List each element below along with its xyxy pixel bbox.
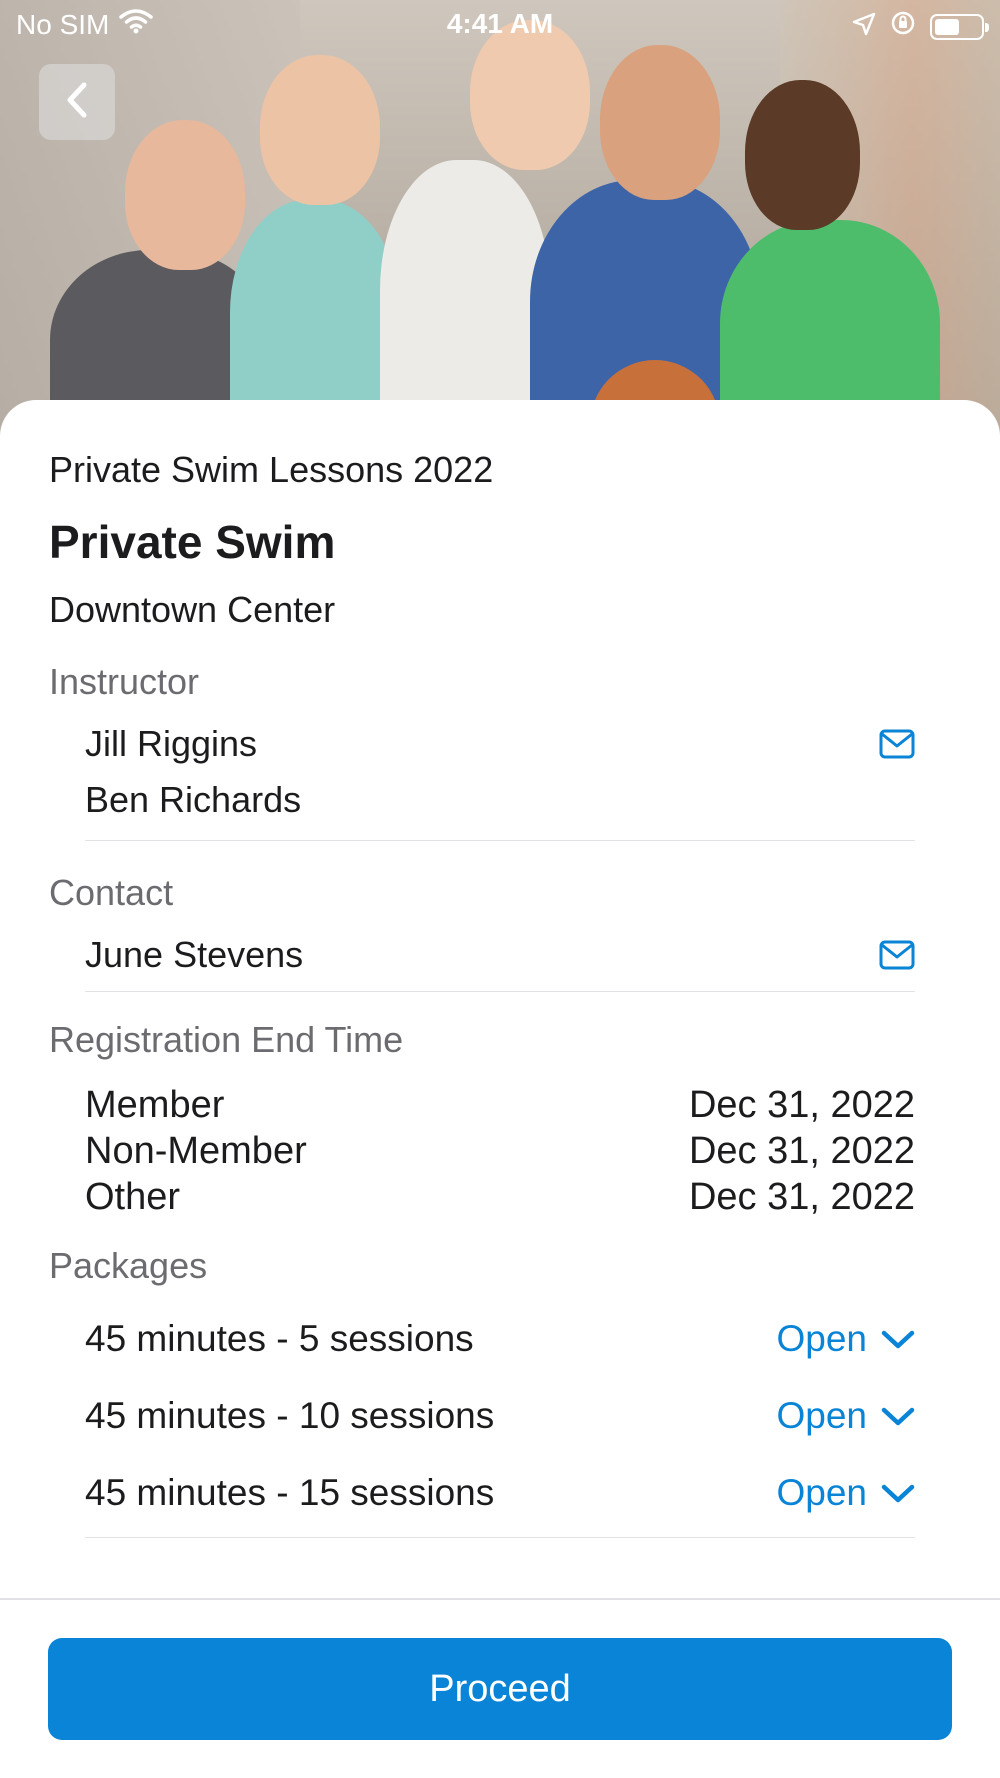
registration-type: Member — [85, 1084, 225, 1126]
status-time: 4:41 AM — [446, 8, 554, 39]
registration-date: Dec 31, 2022 — [688, 1084, 915, 1126]
package-row[interactable]: 45 minutes - 10 sessions Open — [85, 1377, 915, 1454]
chevron-left-icon — [62, 80, 92, 125]
kid-shirt-white — [380, 160, 550, 440]
contact-list: June Stevens — [85, 927, 915, 992]
registration-type: Non-Member — [85, 1130, 307, 1172]
packages-label: Packages — [49, 1245, 208, 1286]
registration-date: Dec 31, 2022 — [688, 1176, 915, 1218]
instructor-name: Jill Riggins — [85, 723, 258, 764]
package-row[interactable]: 45 minutes - 5 sessions Open — [85, 1300, 915, 1377]
package-status[interactable]: Open — [776, 1318, 915, 1360]
packages-list: 45 minutes - 5 sessions Open 45 minutes … — [85, 1300, 915, 1538]
instructor-name: Ben Richards — [85, 779, 302, 820]
battery-icon — [930, 13, 989, 40]
mail-icon[interactable] — [879, 940, 915, 970]
chevron-down-icon — [881, 1472, 915, 1514]
status-bar: No SIM 4:41 AM — [0, 0, 1000, 50]
chevron-down-icon — [881, 1395, 915, 1437]
registration-list: Member Dec 31, 2022 Non-Member Dec 31, 2… — [49, 1082, 915, 1220]
chevron-down-icon — [881, 1318, 915, 1360]
package-status[interactable]: Open — [776, 1395, 915, 1437]
footer-divider — [0, 1598, 1000, 1600]
instructor-list: Jill Riggins Ben Richards — [85, 716, 915, 841]
package-name: 45 minutes - 5 sessions — [85, 1317, 474, 1359]
package-status-label: Open — [776, 1317, 867, 1359]
package-name: 45 minutes - 10 sessions — [85, 1394, 495, 1436]
package-name: 45 minutes - 15 sessions — [85, 1471, 495, 1513]
package-row[interactable]: 45 minutes - 15 sessions Open — [85, 1454, 915, 1531]
package-status-label: Open — [776, 1394, 867, 1436]
contact-name: June Stevens — [85, 934, 304, 975]
back-button[interactable] — [39, 64, 115, 140]
package-status-label: Open — [776, 1471, 867, 1513]
contact-label: Contact — [49, 872, 174, 913]
program-title: Private Swim — [49, 516, 336, 568]
orientation-lock-icon — [890, 10, 916, 43]
kid-head-4 — [600, 45, 720, 200]
detail-content: Private Swim Lessons 2022 Private Swim D… — [49, 444, 915, 1538]
status-right — [852, 10, 989, 43]
registration-type: Other — [85, 1176, 181, 1218]
hero-image — [0, 0, 1000, 440]
program-location: Downtown Center — [49, 589, 336, 630]
location-arrow-icon — [852, 11, 876, 43]
registration-row: Member Dec 31, 2022 — [85, 1082, 915, 1128]
registration-date: Dec 31, 2022 — [688, 1130, 915, 1172]
detail-sheet: Private Swim Lessons 2022 Private Swim D… — [0, 400, 1000, 1600]
instructor-label: Instructor — [49, 661, 200, 702]
program-series: Private Swim Lessons 2022 — [49, 449, 494, 490]
registration-label: Registration End Time — [49, 1019, 404, 1060]
registration-row: Other Dec 31, 2022 — [85, 1174, 915, 1220]
proceed-button[interactable]: Proceed — [48, 1638, 952, 1740]
registration-row: Non-Member Dec 31, 2022 — [85, 1128, 915, 1174]
kid-head-1 — [125, 120, 245, 270]
kid-head-2 — [260, 55, 380, 205]
package-status[interactable]: Open — [776, 1472, 915, 1514]
mail-icon[interactable] — [879, 729, 915, 759]
kid-head-5 — [745, 80, 860, 230]
